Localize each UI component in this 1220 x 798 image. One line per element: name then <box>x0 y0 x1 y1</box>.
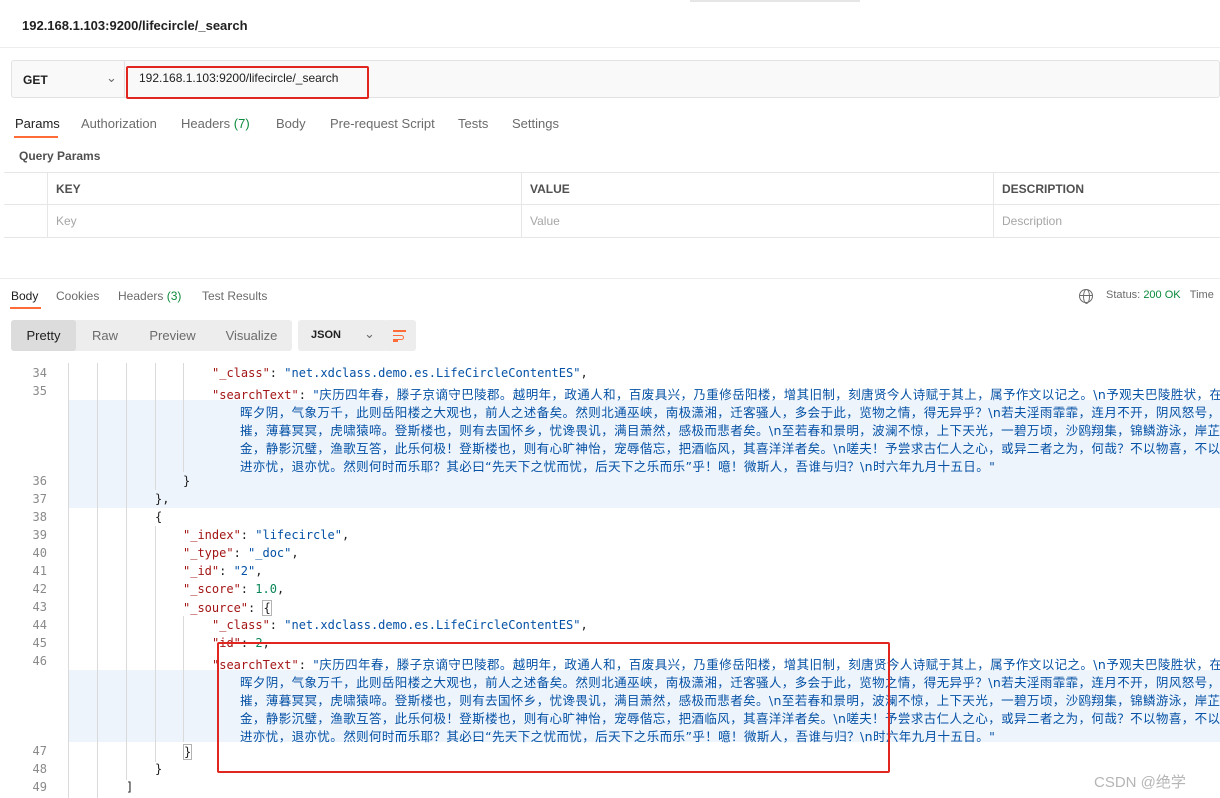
format-select[interactable]: JSON ⌄ <box>298 320 387 351</box>
tab-body[interactable]: Body <box>276 116 306 131</box>
pretty-button[interactable]: Pretty <box>11 320 76 351</box>
time-label: Time <box>1189 289 1214 301</box>
active-tab-underline <box>10 307 41 309</box>
tab-headers[interactable]: Headers (7) <box>181 116 250 131</box>
value-input[interactable]: Value <box>521 205 993 237</box>
request-tabs: Params Authorization Headers (7) Body Pr… <box>0 110 1220 140</box>
tab-response-body[interactable]: Body <box>11 289 38 303</box>
tab-tests[interactable]: Tests <box>458 116 488 131</box>
bracket-match: { <box>262 600 272 616</box>
line-number: 43 <box>32 600 47 614</box>
table-row: Key Value Description <box>4 205 1220 237</box>
code-line: } <box>155 762 163 776</box>
chevron-down-icon: ⌄ <box>364 326 375 341</box>
preview-button[interactable]: Preview <box>134 320 211 351</box>
headers-count: (7) <box>233 116 250 131</box>
code-line: "_source": { <box>183 600 272 616</box>
chevron-down-icon: ⌄ <box>106 70 117 85</box>
request-title-bar: 192.168.1.103:9200/lifecircle/_search <box>0 0 1220 48</box>
code-line: } <box>183 474 191 488</box>
source-highlight-box <box>217 642 890 773</box>
tab-response-headers[interactable]: Headers (3) <box>118 289 181 303</box>
watermark: CSDN @绝学 <box>1094 774 1186 791</box>
code-line: "_class": "net.xdclass.demo.es.LifeCircl… <box>212 618 588 632</box>
line-number: 45 <box>32 636 47 650</box>
line-number: 48 <box>32 762 47 776</box>
key-column-header: KEY <box>47 173 521 205</box>
query-params-table: KEY VALUE DESCRIPTION Key Value Descript… <box>4 172 1220 238</box>
code-line: "_index": "lifecircle", <box>183 528 350 542</box>
line-number: 36 <box>32 474 47 488</box>
code-line: "_type": "_doc", <box>183 546 299 560</box>
line-number: 47 <box>32 744 47 758</box>
globe-icon[interactable] <box>1079 289 1093 304</box>
tab-authorization[interactable]: Authorization <box>81 116 157 131</box>
code-line: }, <box>155 492 170 506</box>
code-line-wrap: 金，静影沉璧，渔歌互答，此乐何极！登斯楼也，则有心旷神怡，宠辱偕忘，把酒临风，其… <box>240 441 1220 456</box>
value-column-header: VALUE <box>521 173 993 205</box>
raw-button[interactable]: Raw <box>76 320 134 351</box>
wrap-lines-icon <box>393 330 406 332</box>
method-select[interactable]: GET ⌄ <box>12 61 125 97</box>
code-line-wrap: 摧，薄暮冥冥，虎啸猿啼。登斯楼也，则有去国怀乡，忧谗畏讥，满目萧然，感极而悲者矣… <box>240 423 1220 438</box>
line-number: 41 <box>32 564 47 578</box>
description-column-header: DESCRIPTION <box>993 173 1220 205</box>
status-code: 200 OK <box>1143 289 1181 301</box>
code-line: "_class": "net.xdclass.demo.es.LifeCircl… <box>212 366 588 380</box>
line-number: 49 <box>32 780 47 794</box>
active-tab-underline <box>14 136 58 138</box>
line-number: 40 <box>32 546 47 560</box>
method-label: GET <box>23 73 48 87</box>
line-number: 34 <box>32 366 47 380</box>
code-line: "searchText": "庆历四年春，滕子京谪守巴陵郡。越明年，政通人和，百… <box>212 387 1220 402</box>
response-tabs: Body Cookies Headers (3) Test Results <box>0 286 1220 310</box>
code-line: "_score": 1.0, <box>183 582 285 596</box>
tab-test-results[interactable]: Test Results <box>202 289 267 303</box>
tab-params[interactable]: Params <box>15 116 60 131</box>
line-number: 46 <box>32 654 47 668</box>
tab-pre-request-script[interactable]: Pre-request Script <box>330 116 435 131</box>
bracket-match: } <box>183 744 193 760</box>
code-line-wrap: 晖夕阴，气象万千，此则岳阳楼之大观也，前人之述备矣。然则北通巫峡，南极潇湘，迁客… <box>240 405 1220 420</box>
tab-settings[interactable]: Settings <box>512 116 559 131</box>
line-number: 44 <box>32 618 47 632</box>
code-line: } <box>183 744 193 760</box>
wrap-lines-button[interactable] <box>384 320 416 351</box>
line-number: 39 <box>32 528 47 542</box>
status-readout: Status: 200 OK Time <box>1106 289 1214 301</box>
line-number: 38 <box>32 510 47 524</box>
line-number: 42 <box>32 582 47 596</box>
line-number: 35 <box>32 384 47 398</box>
response-headers-count: (3) <box>166 289 182 303</box>
url-highlight-box <box>126 66 369 99</box>
pane-divider[interactable] <box>0 278 1220 279</box>
key-input[interactable]: Key <box>47 205 521 237</box>
tab-cookies[interactable]: Cookies <box>56 289 99 303</box>
tab-indicator <box>690 0 860 2</box>
code-line: { <box>155 510 163 524</box>
visualize-button[interactable]: Visualize <box>211 320 292 351</box>
line-number: 37 <box>32 492 47 506</box>
query-params-title: Query Params <box>19 149 101 163</box>
table-header-row: KEY VALUE DESCRIPTION <box>4 173 1220 205</box>
format-label: JSON <box>311 329 341 341</box>
code-line: ] <box>126 780 134 794</box>
view-mode-group: Pretty Raw Preview Visualize <box>11 320 292 351</box>
code-line-wrap: 进亦忧，退亦忧。然则何时而乐耶？其必曰“先天下之忧而忧，后天下之乐而乐”乎！噫！… <box>240 459 996 474</box>
description-input[interactable]: Description <box>993 205 1220 237</box>
request-title: 192.168.1.103:9200/lifecircle/_search <box>22 18 248 33</box>
code-line: "_id": "2", <box>183 564 263 578</box>
